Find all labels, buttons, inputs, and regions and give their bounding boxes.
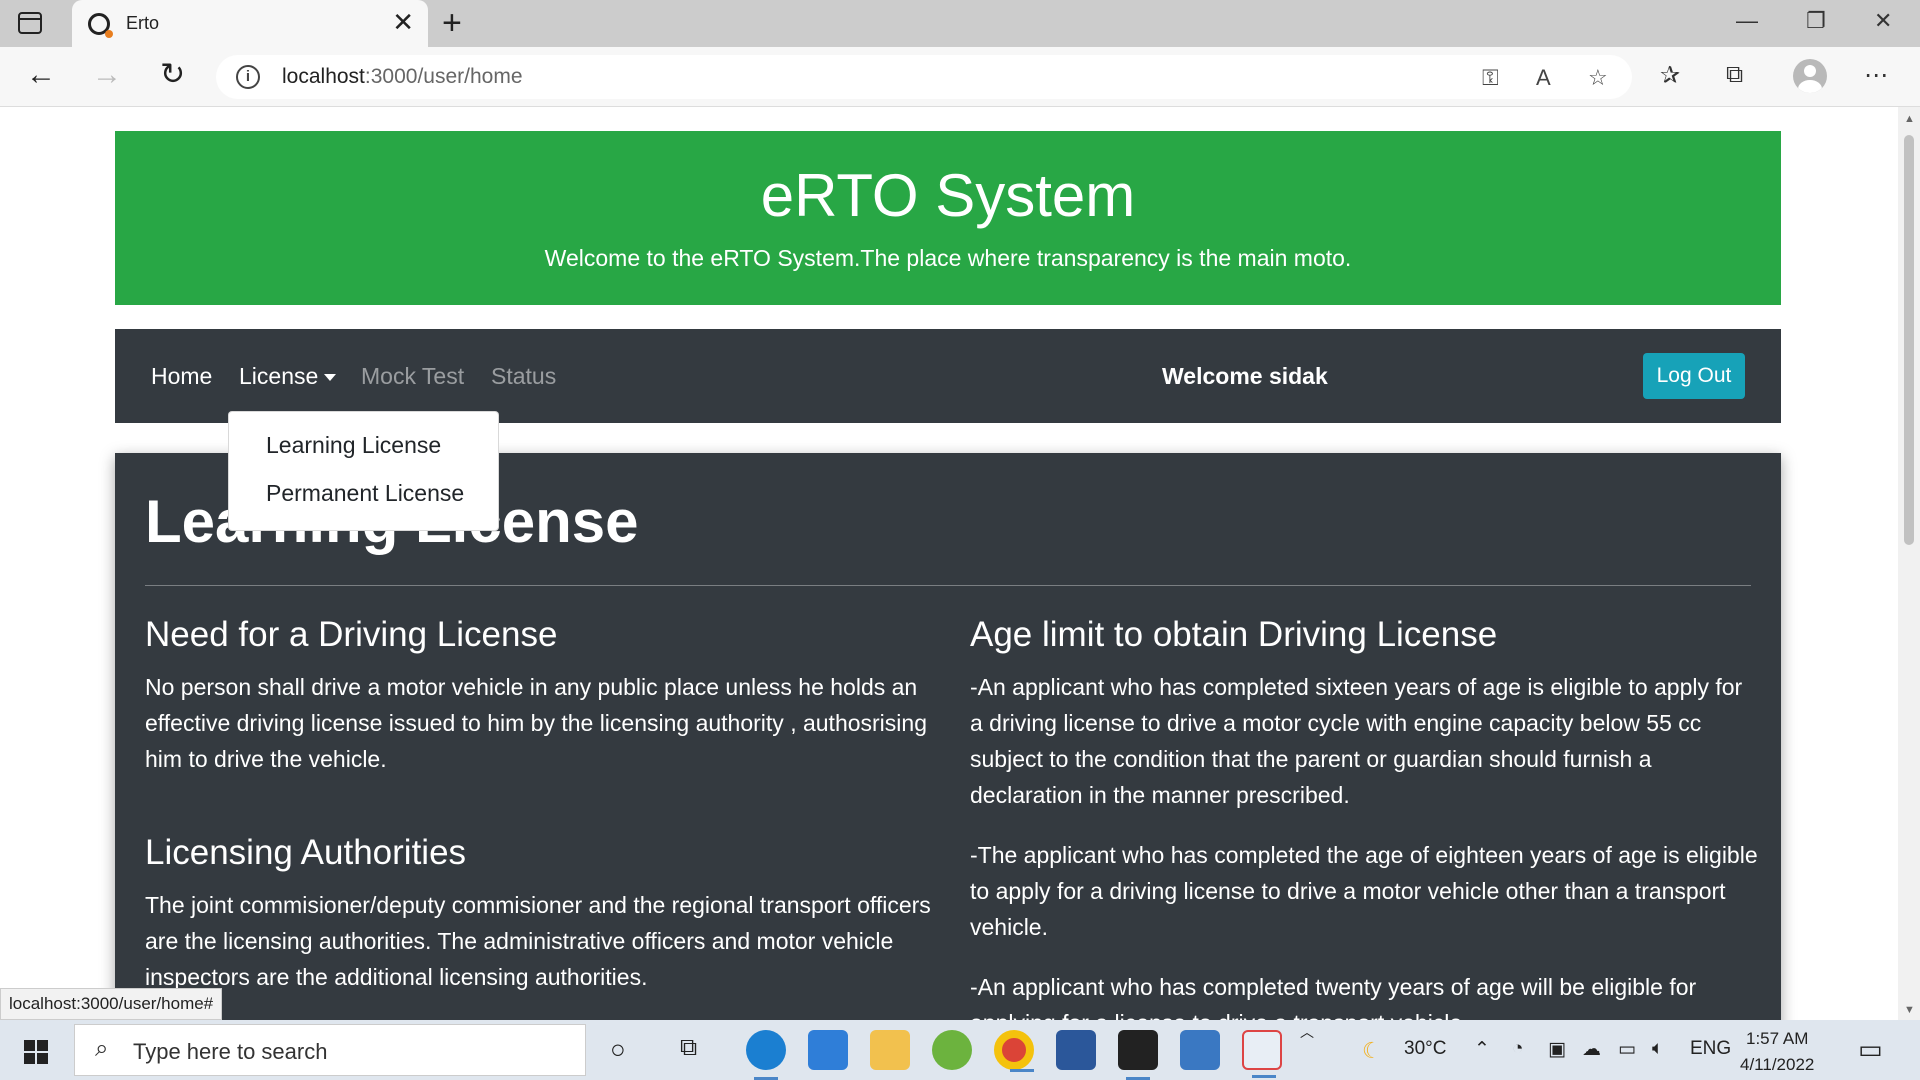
- main-navbar: Home License Mock Test Status Welcome si…: [115, 329, 1781, 423]
- header-jumbotron: eRTO System Welcome to the eRTO System.T…: [115, 131, 1781, 305]
- overflow-up-icon[interactable]: ︿: [1300, 1022, 1314, 1042]
- tab-title: Erto: [126, 13, 160, 33]
- clock-date: 4/11/2022: [1740, 1055, 1815, 1074]
- language-indicator[interactable]: ENG: [1690, 1038, 1731, 1060]
- snipping-tool-icon[interactable]: [1242, 1030, 1282, 1078]
- age-para-3: -An applicant who has completed twenty y…: [970, 974, 1697, 1020]
- license-dropdown-menu: Learning License Permanent License: [228, 411, 499, 531]
- search-placeholder: Type here to search: [133, 1039, 328, 1064]
- site-title: eRTO System: [760, 162, 1136, 229]
- title-divider: [145, 585, 1751, 586]
- site-favicon-icon: [88, 13, 113, 38]
- back-icon[interactable]: ←: [26, 59, 56, 91]
- tab-close-icon[interactable]: ✕: [392, 8, 414, 36]
- weather-temp[interactable]: 30°C: [1404, 1038, 1446, 1060]
- search-icon: ⌕: [95, 1035, 109, 1062]
- tab-actions-icon[interactable]: [18, 12, 42, 34]
- windows-taskbar: ⌕ Type here to search ○ ⧉ ︿ ☾ 30°C ⌃ ◔ ▣…: [0, 1020, 1920, 1080]
- file-explorer-icon[interactable]: [870, 1030, 910, 1070]
- age-heading: Age limit to obtain Driving License: [970, 615, 1498, 654]
- windows-start-icon[interactable]: [24, 1040, 48, 1064]
- address-bar[interactable]: i localhost:3000/user/home ⚿ A ☆: [216, 55, 1632, 99]
- favorites-icon[interactable]: ✰: [1660, 61, 1680, 90]
- need-heading: Need for a Driving License: [145, 615, 558, 654]
- dropdown-permanent-license[interactable]: Permanent License: [266, 480, 464, 507]
- chrome-app-icon[interactable]: [994, 1030, 1034, 1072]
- minimize-icon[interactable]: —: [1736, 8, 1758, 34]
- taskbar-search[interactable]: ⌕ Type here to search: [74, 1024, 586, 1076]
- meet-now-icon[interactable]: ▣: [1548, 1038, 1566, 1061]
- refresh-icon[interactable]: ↻: [160, 59, 185, 91]
- photos-app-icon[interactable]: [1180, 1030, 1220, 1070]
- right-column: Age limit to obtain Driving License -An …: [970, 613, 1760, 1020]
- page-scrollbar[interactable]: ▲ ▼: [1898, 107, 1920, 1020]
- nav-mock-test[interactable]: Mock Test: [361, 363, 464, 390]
- spring-tool-icon[interactable]: [932, 1030, 972, 1070]
- edge-app-icon[interactable]: [746, 1030, 786, 1080]
- add-favorite-icon[interactable]: ☆: [1588, 65, 1608, 91]
- scrollbar-thumb[interactable]: [1904, 135, 1914, 545]
- dropdown-learning-license[interactable]: Learning License: [266, 432, 441, 459]
- restore-icon[interactable]: ❐: [1806, 8, 1826, 34]
- cortana-icon[interactable]: ○: [610, 1034, 626, 1065]
- link-status-bar: localhost:3000/user/home#: [0, 988, 223, 1020]
- tray-chevron-icon[interactable]: ⌃: [1474, 1038, 1490, 1061]
- left-column: Need for a Driving License No person sha…: [145, 613, 935, 1019]
- mail-app-icon[interactable]: [808, 1030, 848, 1070]
- logout-button[interactable]: Log Out: [1643, 353, 1745, 399]
- taskbar-clock[interactable]: 1:57 AM 4/11/2022: [1740, 1026, 1814, 1078]
- notifications-icon[interactable]: ▭: [1858, 1034, 1883, 1065]
- onedrive-icon[interactable]: ☁: [1582, 1038, 1601, 1061]
- welcome-user: Welcome sidak: [1162, 363, 1328, 389]
- nav-license-dropdown[interactable]: License: [239, 363, 337, 390]
- nav-home[interactable]: Home: [151, 363, 212, 390]
- age-para-1: -An applicant who has completed sixteen …: [970, 674, 1743, 808]
- browser-tab-strip: Erto ✕ + — ❐ ✕: [0, 0, 1920, 47]
- profile-avatar-icon[interactable]: [1793, 59, 1827, 93]
- age-para-2: -The applicant who has completed the age…: [970, 842, 1758, 940]
- need-text: No person shall drive a motor vehicle in…: [145, 674, 927, 772]
- word-app-icon[interactable]: [1056, 1030, 1096, 1070]
- url-path: :3000/user/home: [364, 65, 523, 88]
- clock-time: 1:57 AM: [1746, 1029, 1809, 1048]
- caret-down-icon: [324, 374, 337, 382]
- authorities-text: The joint commisioner/deputy commisioner…: [145, 892, 931, 990]
- task-view-icon[interactable]: ⧉: [680, 1034, 697, 1062]
- weather-moon-icon[interactable]: ☾: [1362, 1038, 1382, 1064]
- window-close-icon[interactable]: ✕: [1874, 8, 1892, 34]
- read-aloud-icon[interactable]: A: [1536, 65, 1551, 91]
- scroll-down-icon[interactable]: ▼: [1904, 1004, 1915, 1016]
- battery-icon[interactable]: ▭: [1618, 1038, 1636, 1061]
- wifi-icon[interactable]: ◔: [1512, 1038, 1523, 1060]
- nav-license-label: License: [239, 363, 319, 389]
- url-text[interactable]: localhost:3000/user/home: [282, 65, 523, 89]
- collections-icon[interactable]: ⧉: [1726, 61, 1743, 89]
- browser-tab[interactable]: Erto ✕: [72, 0, 428, 47]
- url-host: localhost: [282, 65, 365, 88]
- address-toolbar: ← → ↻ i localhost:3000/user/home ⚿ A ☆ ✰…: [0, 47, 1920, 107]
- volume-icon[interactable]: 🔈︎: [1652, 1038, 1663, 1060]
- site-info-icon[interactable]: i: [236, 65, 260, 89]
- scroll-up-icon[interactable]: ▲: [1904, 113, 1915, 125]
- content-card: Learning License Need for a Driving Lice…: [115, 453, 1781, 1020]
- key-icon[interactable]: ⚿: [1482, 65, 1499, 91]
- forward-icon[interactable]: →: [92, 59, 122, 91]
- nav-status[interactable]: Status: [491, 363, 556, 390]
- site-subtitle: Welcome to the eRTO System.The place whe…: [544, 245, 1352, 271]
- new-tab-button[interactable]: +: [442, 4, 462, 43]
- page-viewport: eRTO System Welcome to the eRTO System.T…: [0, 107, 1898, 1020]
- authorities-heading: Licensing Authorities: [145, 833, 467, 872]
- mysql-app-icon[interactable]: [1118, 1030, 1158, 1080]
- more-menu-icon[interactable]: ⋯: [1864, 61, 1888, 90]
